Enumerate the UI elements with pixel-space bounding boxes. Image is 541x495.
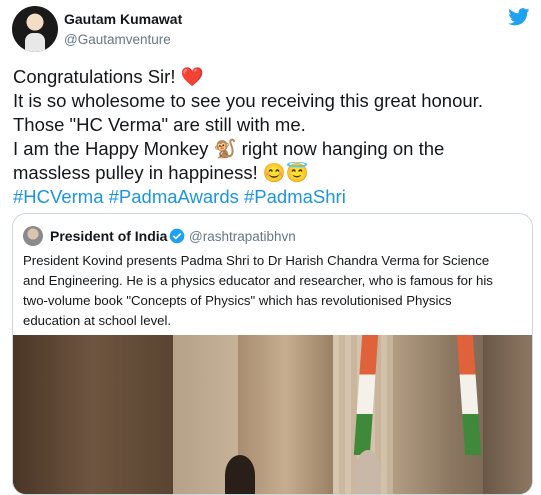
author-avatar[interactable]: [12, 6, 58, 52]
tweet-line: It is so wholesome to see you receiving …: [13, 90, 483, 111]
quoted-author-name[interactable]: President of India: [50, 228, 167, 244]
quoted-line: education at school level.: [23, 313, 172, 328]
tweet-line: I am the Happy Monkey 🐒 right now hangin…: [13, 138, 445, 159]
tweet-line: Congratulations Sir! ❤️: [13, 66, 204, 87]
quoted-author-avatar[interactable]: [23, 226, 43, 246]
quoted-author-handle[interactable]: @rashtrapatibhvn: [189, 229, 296, 244]
tweet-line: massless pulley in happiness! 😊😇: [13, 162, 309, 183]
twitter-bird-icon[interactable]: [508, 8, 530, 26]
tweet-card: Gautam Kumawat @Gautamventure Congratula…: [0, 0, 541, 495]
author-handle[interactable]: @Gautamventure: [64, 32, 171, 47]
quoted-line: and Engineering. He is a physics educato…: [23, 273, 493, 288]
quoted-line: two-volume book "Concepts of Physics" wh…: [23, 293, 452, 308]
author-name[interactable]: Gautam Kumawat: [64, 11, 182, 27]
quoted-tweet-text: President Kovind presents Padma Shri to …: [23, 251, 525, 331]
hashtag-links[interactable]: #HCVerma #PadmaAwards #PadmaShri: [13, 185, 533, 209]
quoted-tweet[interactable]: President of India @rashtrapatibhvn Pres…: [12, 213, 533, 495]
tweet-text: Congratulations Sir! ❤️ It is so wholeso…: [13, 65, 533, 209]
quoted-tweet-photo[interactable]: [13, 335, 532, 494]
quoted-line: President Kovind presents Padma Shri to …: [23, 253, 490, 268]
verified-badge-icon: [169, 228, 185, 244]
tweet-line: Those "HC Verma" are still with me.: [13, 114, 306, 135]
